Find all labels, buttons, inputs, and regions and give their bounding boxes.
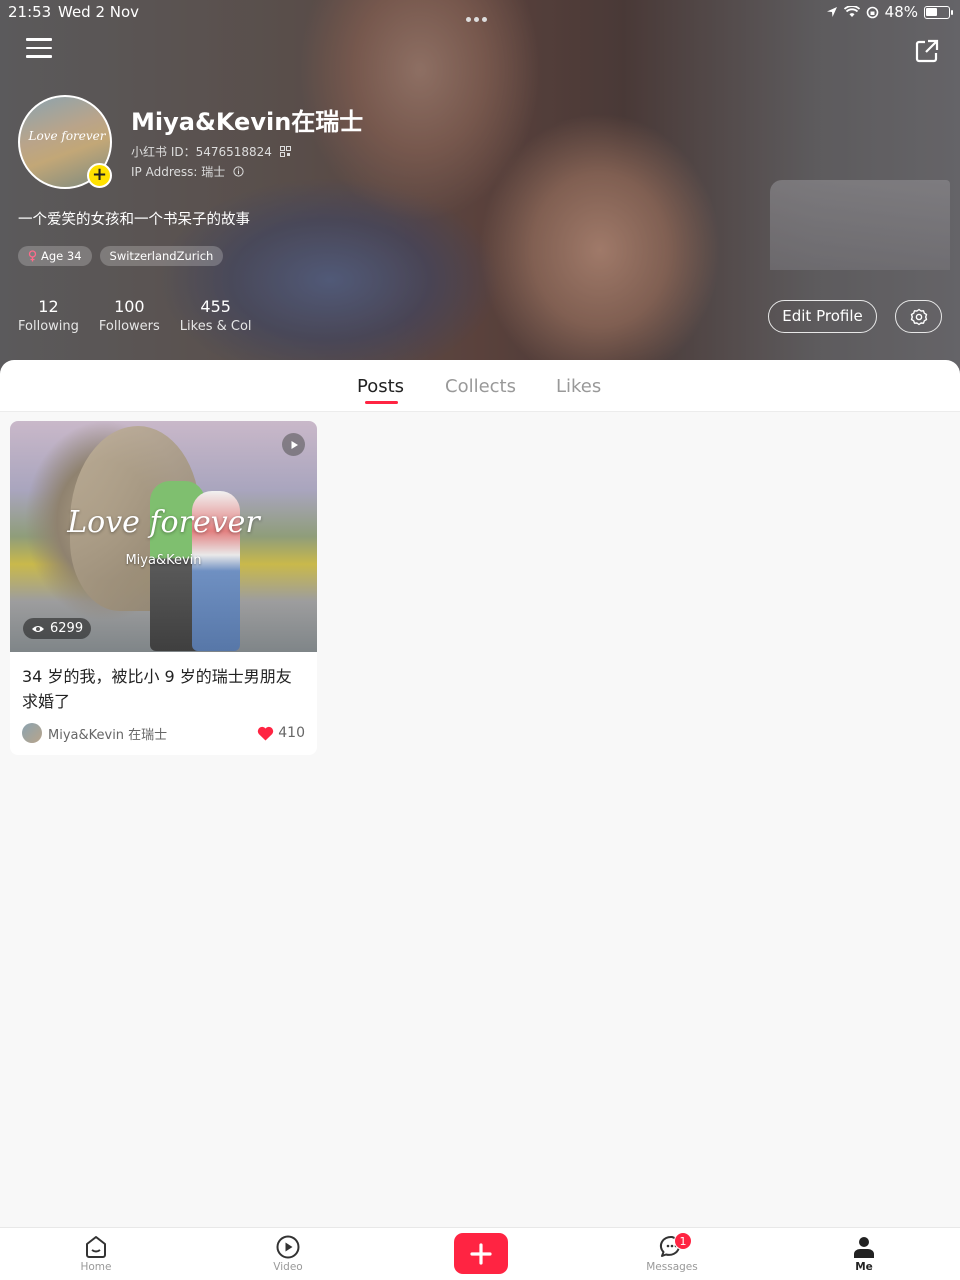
new-post-button[interactable]	[454, 1233, 508, 1274]
eye-icon	[32, 625, 44, 632]
info-icon[interactable]	[233, 166, 244, 177]
nav-video[interactable]: Video	[248, 1234, 328, 1273]
orientation-lock-icon	[866, 6, 878, 18]
edit-profile-button[interactable]: Edit Profile	[768, 300, 877, 333]
username: Miya&Kevin在瑞士	[131, 108, 364, 136]
multitasking-dots-icon[interactable]	[466, 8, 490, 26]
post-likes[interactable]: 410	[257, 725, 305, 741]
qr-code-icon[interactable]	[279, 146, 291, 157]
status-time: 21:53	[8, 3, 52, 21]
cover-subtitle: Miya&Kevin	[125, 553, 202, 568]
add-avatar-button[interactable]: +	[87, 163, 112, 188]
bio: 一个爱笑的女孩和一个书呆子的故事	[18, 212, 250, 228]
stat-followers[interactable]: 100 Followers	[99, 297, 160, 334]
nav-messages[interactable]: Messages	[632, 1234, 712, 1273]
location-arrow-icon	[826, 7, 837, 17]
views-badge: 6299	[23, 618, 92, 639]
nav-me[interactable]: Me	[824, 1234, 904, 1273]
cover-title: Love forever	[67, 505, 260, 540]
post-footer: Miya&Kevin 在瑞士 410	[22, 723, 305, 743]
settings-button[interactable]	[895, 300, 942, 333]
active-tab-indicator	[365, 401, 398, 404]
tag-age: Age 34	[18, 246, 92, 266]
author-avatar[interactable]	[22, 723, 42, 743]
content-tabs: Posts Collects Likes	[0, 360, 960, 412]
battery-icon	[924, 5, 953, 19]
share-icon[interactable]	[914, 38, 940, 64]
status-date: Wed 2 Nov	[58, 3, 140, 21]
stat-following[interactable]: 12 Following	[18, 297, 79, 334]
person-icon	[854, 1237, 874, 1258]
status-bar: 21:53 Wed 2 Nov 48%	[0, 0, 960, 24]
post-author[interactable]: Miya&Kevin 在瑞士	[48, 724, 257, 743]
home-icon	[86, 1236, 106, 1258]
post-cover-image[interactable]: Love forever Miya&Kevin 6299	[10, 421, 317, 652]
gear-icon	[910, 308, 927, 325]
play-circle-icon	[276, 1235, 300, 1259]
female-icon	[28, 250, 37, 262]
ip-address: IP Address: 瑞士	[131, 163, 244, 180]
post-caption: 34 岁的我，被比小 9 岁的瑞士男朋友求婚了	[22, 667, 292, 711]
tab-posts[interactable]: Posts	[357, 376, 404, 397]
battery-percent: 48%	[884, 3, 918, 21]
redbook-id: 小红书 ID：5476518824	[131, 143, 291, 160]
tab-collects[interactable]: Collects	[445, 376, 516, 397]
play-icon	[282, 433, 305, 456]
nav-home[interactable]: Home	[56, 1234, 136, 1273]
tag-location: SwitzerlandZurich	[99, 246, 224, 266]
profile-stats: 12 Following 100 Followers 455 Likes & C…	[18, 297, 252, 334]
menu-icon[interactable]	[26, 38, 52, 62]
wifi-icon	[843, 6, 860, 17]
stat-likes-collects[interactable]: 455 Likes & Col	[180, 297, 252, 334]
plus-icon	[470, 1242, 492, 1265]
profile-tags: Age 34 SwitzerlandZurich	[18, 246, 224, 266]
post-card[interactable]: Love forever Miya&Kevin 6299 34 岁的我，被比小 …	[10, 421, 317, 755]
messages-badge: 1	[674, 1232, 692, 1250]
tab-likes[interactable]: Likes	[556, 376, 601, 397]
avatar-overlay-text: Love forever	[28, 129, 106, 143]
heart-icon[interactable]	[257, 726, 274, 741]
